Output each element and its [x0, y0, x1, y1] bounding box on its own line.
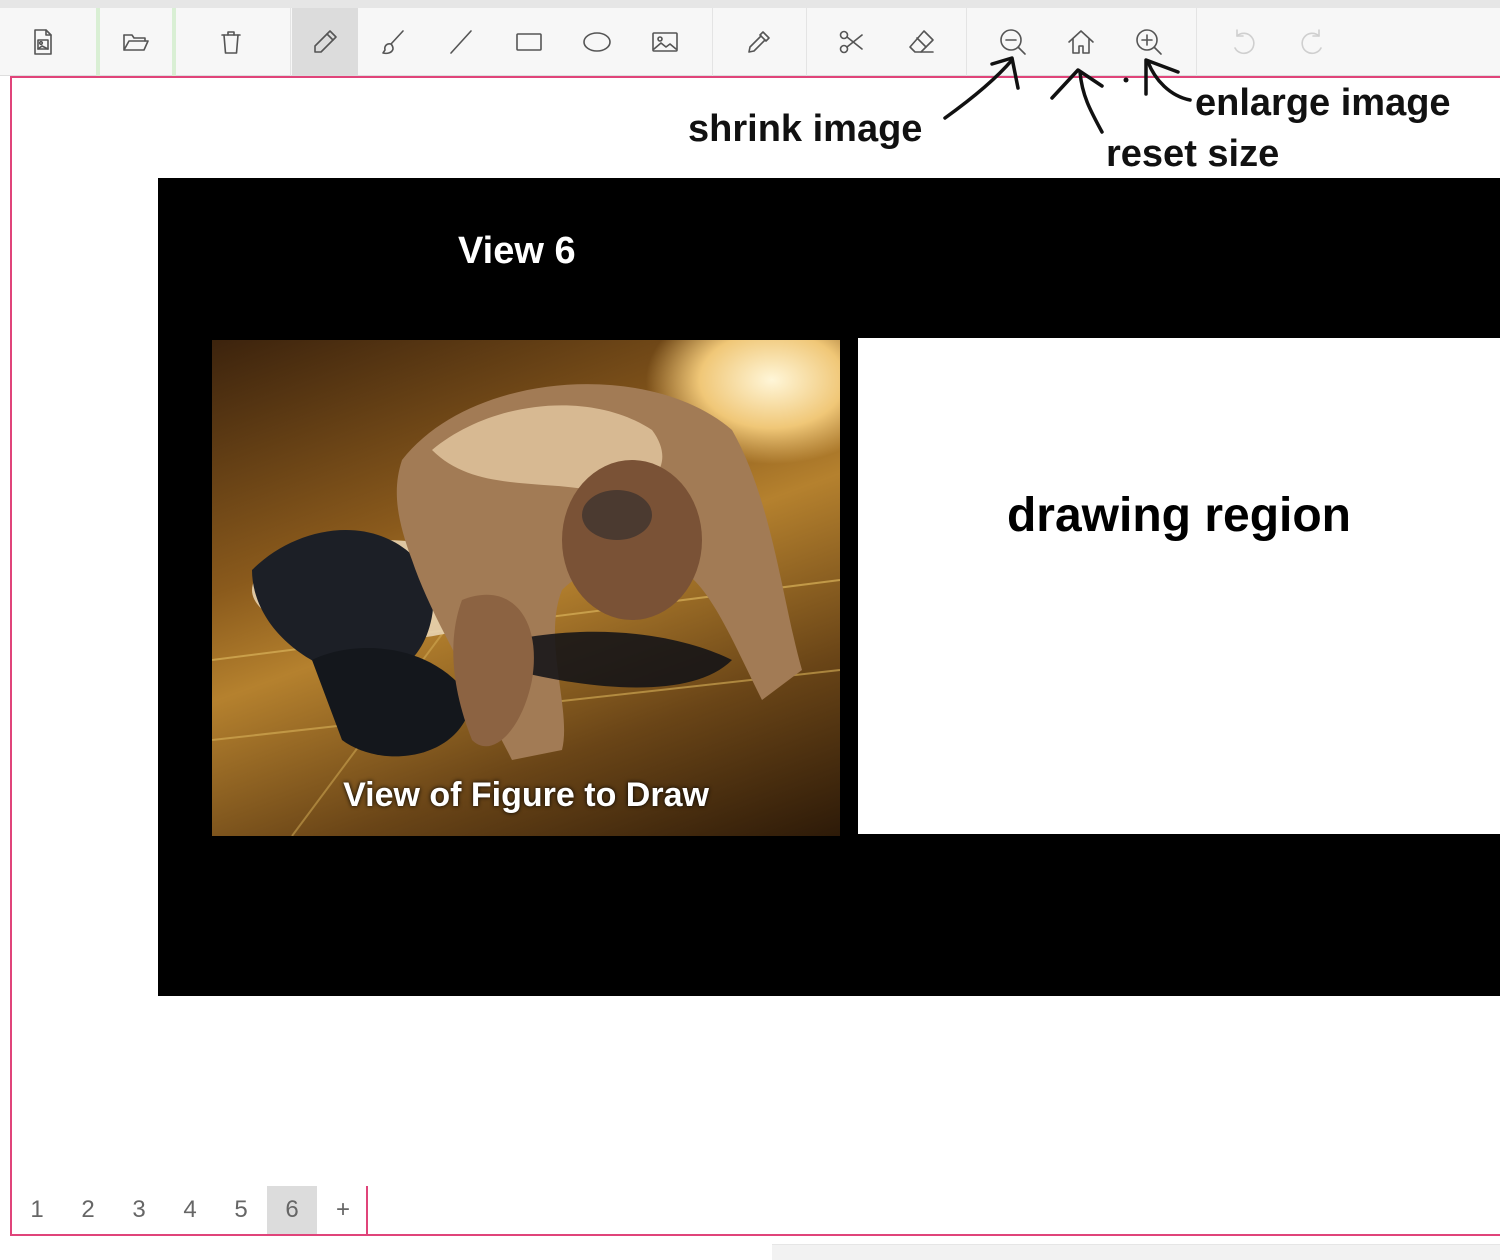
photo-caption: View of Figure to Draw	[343, 776, 709, 814]
undo-button[interactable]	[1210, 8, 1276, 76]
reset-size-annotation: reset size	[1106, 133, 1280, 175]
zoom-in-button[interactable]	[1116, 8, 1182, 76]
toolbar-separator	[172, 8, 176, 76]
slide: View 6 View of Figure to Draw drawing re…	[158, 178, 1500, 996]
delete-button[interactable]	[198, 8, 264, 76]
page-tabs: 1 2 3 4 5 6 +	[10, 1186, 368, 1236]
ellipse-icon	[583, 32, 611, 52]
page-tab-2[interactable]: 2	[63, 1186, 113, 1234]
new-image-button[interactable]	[10, 8, 76, 76]
eyedropper-tool-button[interactable]	[726, 8, 792, 76]
eraser-icon	[909, 30, 934, 53]
page-tab-1[interactable]: 1	[12, 1186, 62, 1234]
redo-button[interactable]	[1280, 8, 1346, 76]
ellipse-tool-button[interactable]	[564, 8, 630, 76]
eraser-tool-button[interactable]	[888, 8, 954, 76]
toolbar-separator	[96, 8, 100, 76]
new-image-icon	[34, 29, 52, 55]
pencil-icon	[314, 30, 337, 53]
reset-zoom-button[interactable]	[1048, 8, 1114, 76]
cut-tool-button[interactable]	[818, 8, 884, 76]
drawing-region[interactable]: drawing region	[858, 338, 1500, 834]
undo-icon	[1234, 29, 1255, 55]
page-tab-5[interactable]: 5	[216, 1186, 266, 1234]
folder-open-icon	[123, 34, 149, 51]
rectangle-tool-button[interactable]	[496, 8, 562, 76]
line-icon	[450, 30, 472, 54]
pencil-tool-button[interactable]	[292, 8, 358, 76]
figure-photo: View of Figure to Draw	[212, 340, 840, 836]
eyedropper-icon	[748, 31, 770, 53]
line-tool-button[interactable]	[428, 8, 494, 76]
toolbar-separator	[712, 8, 713, 76]
sculpture-figure	[212, 384, 840, 836]
shrink-image-annotation: shrink image	[688, 108, 923, 150]
zoom-in-icon	[1136, 29, 1162, 55]
brush-tool-button[interactable]	[360, 8, 426, 76]
brush-icon	[382, 30, 404, 55]
toolbar-separator	[290, 8, 291, 76]
zoom-out-icon	[1000, 29, 1026, 55]
page-tab-4[interactable]: 4	[165, 1186, 215, 1234]
rectangle-icon	[516, 33, 542, 51]
trash-icon	[221, 31, 241, 54]
enlarge-image-annotation: enlarge image	[1195, 82, 1451, 124]
redo-icon	[1301, 29, 1322, 55]
page-tab-6[interactable]: 6	[267, 1186, 317, 1234]
open-folder-button[interactable]	[103, 8, 169, 76]
toolbar	[0, 0, 1500, 76]
page-tab-3[interactable]: 3	[114, 1186, 164, 1234]
home-icon	[1068, 30, 1094, 54]
image-icon	[652, 32, 678, 52]
scissors-icon	[839, 30, 863, 54]
toolbar-separator	[966, 8, 967, 76]
drawing-region-label: drawing region	[1006, 489, 1351, 542]
toolbar-separator	[1196, 8, 1197, 76]
tabs-underline	[368, 1234, 1500, 1236]
add-page-button[interactable]: +	[318, 1186, 368, 1234]
toolbar-separator	[806, 8, 807, 76]
zoom-out-button[interactable]	[980, 8, 1046, 76]
slide-title: View 6	[458, 230, 576, 272]
horizontal-scrollbar[interactable]	[772, 1244, 1500, 1260]
insert-image-button[interactable]	[632, 8, 698, 76]
